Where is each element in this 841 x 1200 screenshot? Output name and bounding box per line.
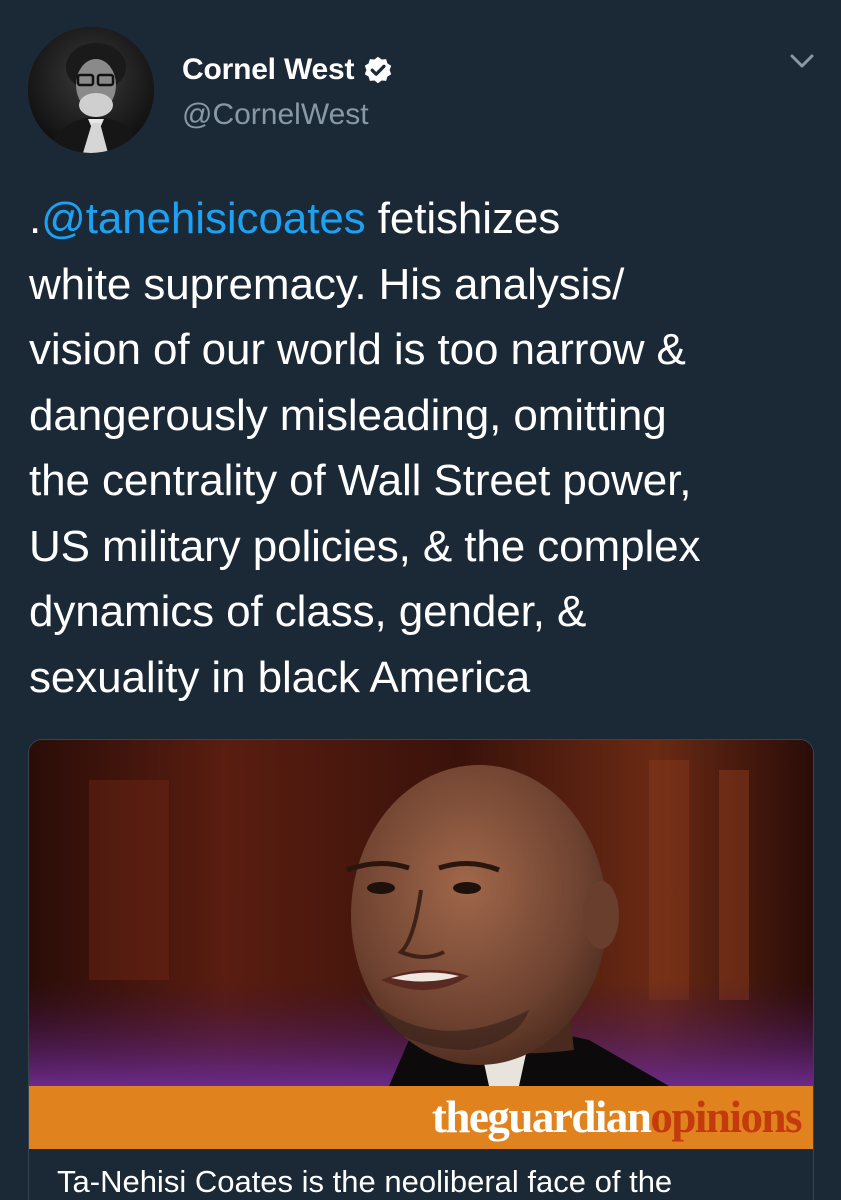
author-display-name[interactable]: Cornel West (182, 53, 354, 87)
card-image (29, 740, 813, 1086)
tweet-text-body: fetishizes white supremacy. His analysis… (29, 194, 701, 702)
tweet-text: .@tanehisicoates fetishizes white suprem… (29, 186, 829, 710)
guardian-opinions-logo: theguardianopinions (431, 1092, 803, 1142)
guardian-brand-bar: theguardianopinions (29, 1086, 813, 1149)
mention-link[interactable]: @tanehisicoates (41, 194, 366, 243)
author-name-row: Cornel West (182, 50, 394, 90)
verified-badge-icon (365, 56, 392, 84)
avatar-photo (28, 27, 154, 153)
chevron-down-icon[interactable] (787, 48, 817, 74)
link-card[interactable]: theguardianopinions Ta-Nehisi Coates is … (28, 739, 814, 1200)
tweet-text-lead: . (29, 194, 42, 243)
card-title[interactable]: Ta-Nehisi Coates is the neoliberal face … (57, 1164, 672, 1200)
author-handle[interactable]: @CornelWest (182, 98, 369, 132)
avatar[interactable] (28, 27, 154, 153)
